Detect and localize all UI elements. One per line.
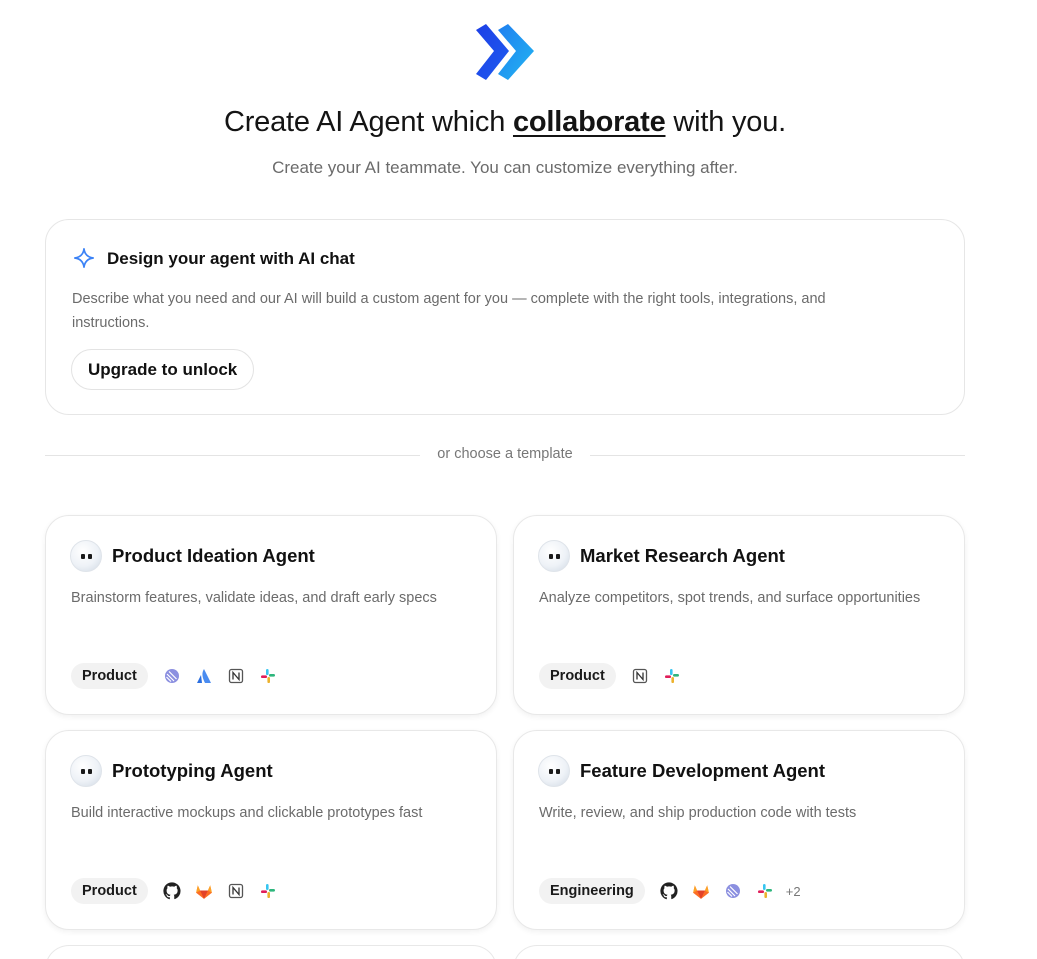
double-chevron-logo xyxy=(476,24,534,80)
gitlab-icon xyxy=(690,880,712,902)
upgrade-to-unlock-button[interactable]: Upgrade to unlock xyxy=(71,349,255,390)
template-card-market-research[interactable]: Market Research Agent Analyze competitor… xyxy=(513,515,965,715)
agent-avatar xyxy=(538,755,570,787)
divider-line-left xyxy=(45,455,420,456)
slack-icon xyxy=(754,880,776,902)
github-icon xyxy=(161,880,183,902)
notion-icon xyxy=(225,880,247,902)
category-tag: Product xyxy=(71,878,148,904)
template-description: Brainstorm features, validate ideas, and… xyxy=(71,590,437,606)
slack-icon xyxy=(661,665,683,687)
category-tag: Engineering xyxy=(539,878,645,904)
ai-design-card: Design your agent with AI chat Describe … xyxy=(45,219,965,415)
template-name: Feature Development Agent xyxy=(580,760,825,781)
template-footer: Product xyxy=(71,663,279,689)
more-integrations-count: +2 xyxy=(785,883,801,899)
template-card-prototyping[interactable]: Prototyping Agent Build interactive mock… xyxy=(45,730,497,930)
divider-text: or choose a template xyxy=(437,446,573,462)
template-divider: or choose a template xyxy=(45,446,965,466)
category-tag: Product xyxy=(539,663,616,689)
template-footer: Product xyxy=(71,878,279,904)
agent-avatar xyxy=(70,540,102,572)
sparkle-icon xyxy=(74,248,94,268)
template-name: Market Research Agent xyxy=(580,545,785,566)
template-name: Prototyping Agent xyxy=(112,760,273,781)
page-subheadline: Create your AI teammate. You can customi… xyxy=(272,158,738,177)
template-description: Write, review, and ship production code … xyxy=(539,805,857,821)
atlassian-icon xyxy=(193,665,215,687)
linear-icon xyxy=(161,665,183,687)
template-card-feature-development[interactable]: Feature Development Agent Write, review,… xyxy=(513,730,965,930)
agent-avatar xyxy=(538,540,570,572)
ai-design-description: Describe what you need and our AI will b… xyxy=(72,291,826,331)
divider-line-right xyxy=(590,455,965,456)
slack-icon xyxy=(257,665,279,687)
template-footer: Product xyxy=(539,663,683,689)
linear-icon xyxy=(722,880,744,902)
notion-icon xyxy=(629,665,651,687)
template-card-product-ideation[interactable]: Product Ideation Agent Brainstorm featur… xyxy=(45,515,497,715)
headline-emphasis: collaborate xyxy=(512,106,666,138)
category-tag: Product xyxy=(71,663,148,689)
github-icon xyxy=(658,880,680,902)
template-name: Product Ideation Agent xyxy=(112,545,315,566)
ai-design-title: Design your agent with AI chat xyxy=(107,249,355,268)
notion-icon xyxy=(225,665,247,687)
agent-avatar xyxy=(70,755,102,787)
gitlab-icon xyxy=(193,880,215,902)
template-card-partial[interactable] xyxy=(45,945,497,959)
template-card-partial[interactable] xyxy=(513,945,965,959)
template-footer: Engineering +2 xyxy=(539,878,801,904)
template-description: Build interactive mockups and clickable … xyxy=(71,805,423,821)
template-description: Analyze competitors, spot trends, and su… xyxy=(539,590,921,606)
slack-icon xyxy=(257,880,279,902)
page-headline: Create AI Agent which collaborate with y… xyxy=(223,106,786,138)
